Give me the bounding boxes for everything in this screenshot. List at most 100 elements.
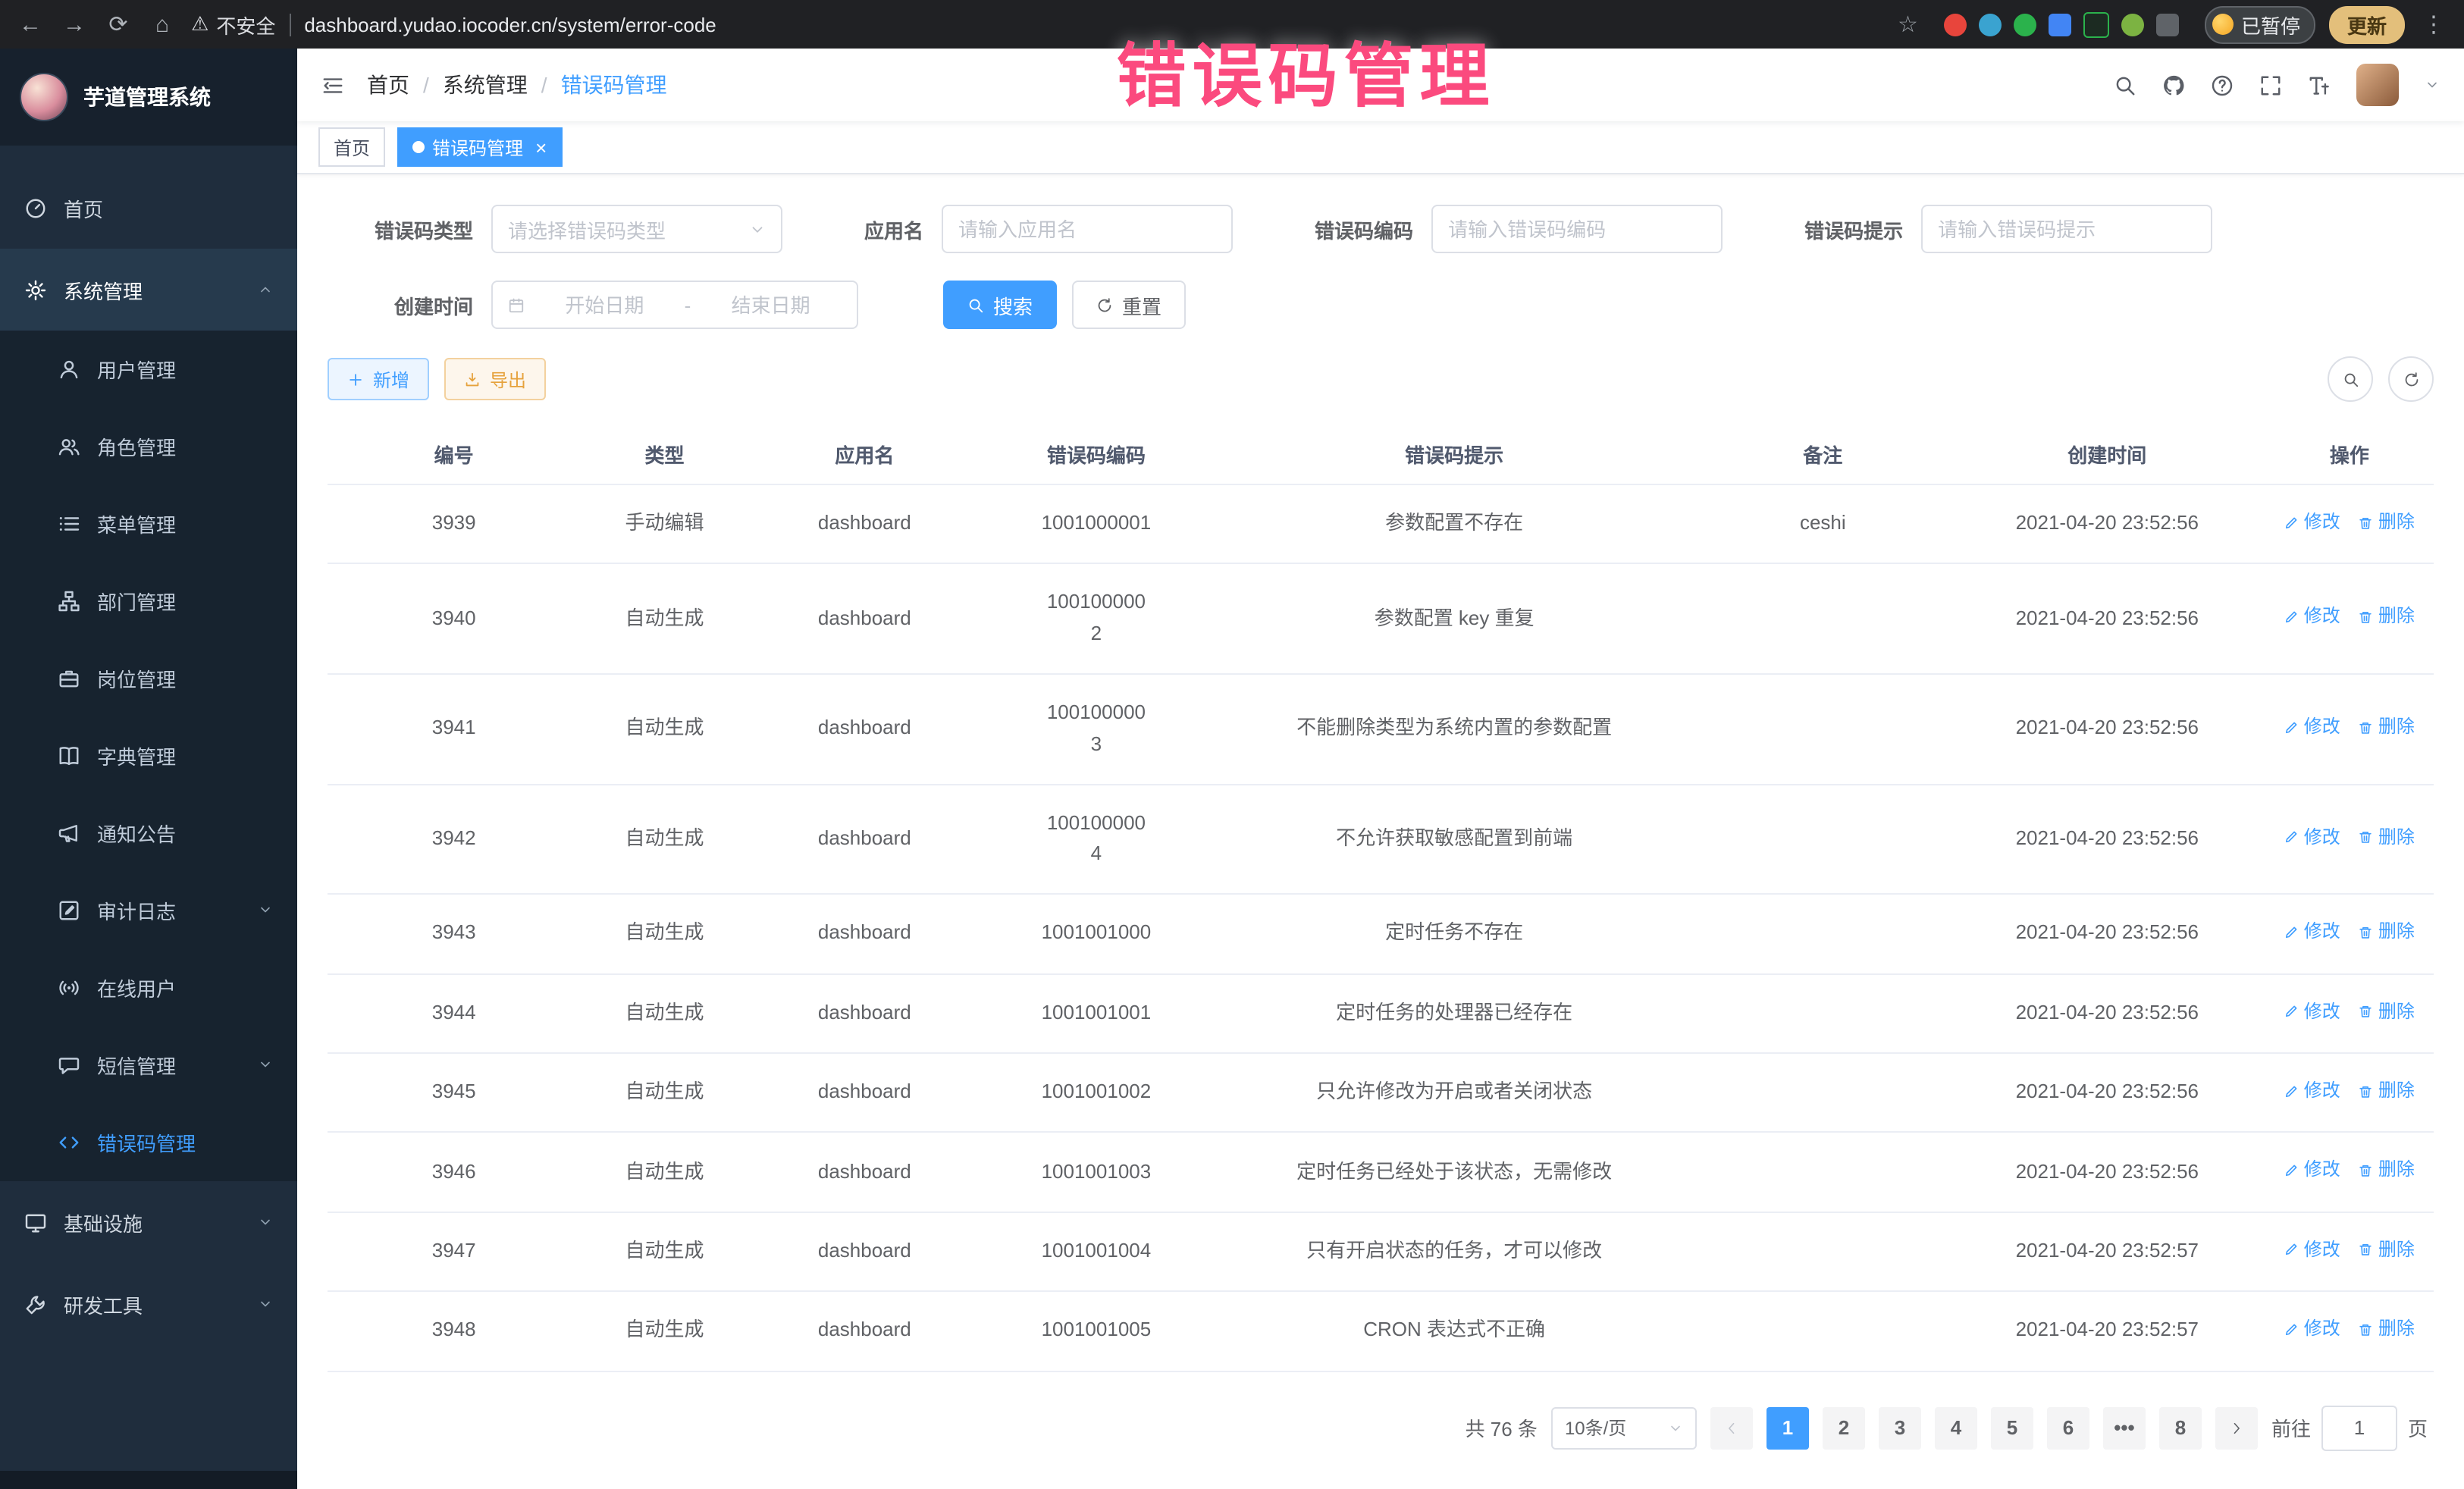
sidebar-item-dev-tools[interactable]: 研发工具 (0, 1263, 297, 1345)
edit-link[interactable]: 修改 (2284, 713, 2340, 741)
font-size-icon[interactable] (2308, 74, 2331, 96)
goto-label: 前往 (2271, 1413, 2311, 1442)
bookmark-star-icon[interactable]: ☆ (1898, 11, 1918, 38)
app-name-input[interactable] (958, 218, 1216, 240)
update-button[interactable]: 更新 (2329, 5, 2405, 43)
breadcrumb-item[interactable]: 系统管理 (443, 70, 528, 100)
delete-link[interactable]: 删除 (2359, 997, 2415, 1026)
paused-profile-chip[interactable]: 已暂停 (2205, 5, 2315, 43)
sidebar-footer[interactable] (0, 1471, 297, 1489)
page-button[interactable]: 3 (1879, 1406, 1921, 1449)
close-icon[interactable]: × (535, 137, 547, 157)
delete-link[interactable]: 删除 (2359, 1235, 2415, 1264)
app-logo[interactable]: 芋道管理系统 (0, 49, 297, 146)
page-button[interactable]: 4 (1935, 1406, 1977, 1449)
filter-label-msg: 错误码提示 (1804, 215, 1903, 243)
search-button[interactable]: 搜索 (943, 281, 1057, 329)
sidebar-item-error-code[interactable]: 错误码管理 (0, 1104, 297, 1181)
page-button[interactable]: 2 (1823, 1406, 1865, 1449)
caret-down-icon[interactable] (2425, 77, 2440, 92)
back-icon[interactable]: ← (15, 11, 45, 37)
page-size-select[interactable]: 10条/页 (1551, 1406, 1697, 1449)
forward-icon[interactable]: → (59, 11, 89, 37)
sidebar-item-post[interactable]: 岗位管理 (0, 640, 297, 717)
sidebar-item-notice[interactable]: 通知公告 (0, 795, 297, 872)
home-icon[interactable]: ⌂ (147, 11, 177, 37)
help-icon[interactable] (2211, 74, 2234, 96)
chrome-menu-icon[interactable]: ⋮ (2419, 11, 2449, 38)
user-avatar[interactable] (2356, 64, 2399, 106)
sidebar-item-label: 角色管理 (97, 432, 176, 461)
error-code-input[interactable] (1448, 218, 1706, 240)
extension-icon[interactable] (2121, 13, 2144, 36)
sidebar-item-user[interactable]: 用户管理 (0, 331, 297, 408)
edit-link[interactable]: 修改 (2284, 1315, 2340, 1343)
sidebar-item-system[interactable]: 系统管理 (0, 249, 297, 331)
delete-link[interactable]: 删除 (2359, 508, 2415, 537)
book-icon (58, 744, 80, 767)
security-indicator[interactable]: ⚠ 不安全 (191, 10, 275, 39)
delete-link[interactable]: 删除 (2359, 1315, 2415, 1343)
goto-page-input[interactable] (2321, 1405, 2397, 1450)
sidebar-item-home[interactable]: 首页 (0, 167, 297, 249)
tag-home[interactable]: 首页 (318, 127, 385, 167)
tag-error-code[interactable]: 错误码管理 × (397, 127, 562, 167)
delete-link[interactable]: 删除 (2359, 603, 2415, 632)
next-page-button[interactable] (2215, 1406, 2258, 1449)
sidebar-item-infra[interactable]: 基础设施 (0, 1181, 297, 1263)
edit-link[interactable]: 修改 (2284, 997, 2340, 1026)
edit-link[interactable]: 修改 (2284, 1156, 2340, 1185)
breadcrumb-item[interactable]: 首页 (367, 70, 409, 100)
sidebar-item-audit-log[interactable]: 审计日志 (0, 872, 297, 949)
end-date-input[interactable] (700, 293, 842, 316)
extension-icon[interactable] (1944, 13, 1967, 36)
url-text[interactable]: dashboard.yudao.iocoder.cn/system/error-… (304, 13, 716, 36)
sidebar-item-dict[interactable]: 字典管理 (0, 717, 297, 795)
delete-link[interactable]: 删除 (2359, 713, 2415, 741)
sidebar-item-menu[interactable]: 菜单管理 (0, 485, 297, 563)
page-button[interactable]: 8 (2159, 1406, 2202, 1449)
prev-page-button[interactable] (1710, 1406, 1753, 1449)
error-type-select[interactable]: 请选择错误码类型 (491, 205, 782, 253)
page-ellipsis[interactable]: ••• (2103, 1406, 2146, 1449)
puzzle-extension-icon[interactable] (2156, 13, 2179, 36)
page-button[interactable]: 5 (1991, 1406, 2033, 1449)
extension-icon[interactable] (2083, 11, 2109, 37)
edit-link[interactable]: 修改 (2284, 917, 2340, 946)
export-button[interactable]: 导出 (444, 358, 546, 400)
edit-link[interactable]: 修改 (2284, 1235, 2340, 1264)
delete-link[interactable]: 删除 (2359, 917, 2415, 946)
page-button[interactable]: 1 (1766, 1406, 1809, 1449)
add-button[interactable]: 新增 (328, 358, 429, 400)
navbar-actions (2114, 64, 2440, 106)
start-date-input[interactable] (534, 293, 676, 316)
extension-icon[interactable] (1979, 13, 2002, 36)
sidebar-item-online-user[interactable]: 在线用户 (0, 949, 297, 1027)
page-button[interactable]: 6 (2047, 1406, 2089, 1449)
fullscreen-icon[interactable] (2259, 74, 2282, 96)
reset-button[interactable]: 重置 (1072, 281, 1186, 329)
search-icon[interactable] (2114, 74, 2136, 96)
sidebar-item-dept[interactable]: 部门管理 (0, 563, 297, 640)
sidebar-toggle-icon[interactable] (321, 74, 344, 96)
sidebar-item-sms[interactable]: 短信管理 (0, 1027, 297, 1104)
edit-link[interactable]: 修改 (2284, 508, 2340, 537)
github-icon[interactable] (2162, 74, 2185, 96)
edit-link[interactable]: 修改 (2284, 1077, 2340, 1105)
refresh-table-button[interactable] (2388, 356, 2434, 402)
delete-link[interactable]: 删除 (2359, 1156, 2415, 1185)
delete-link[interactable]: 删除 (2359, 823, 2415, 851)
cell-code: 1001000001 (980, 484, 1212, 564)
table-header-row: 编号 类型 应用名 错误码编码 错误码提示 备注 创建时间 操作 (328, 423, 2434, 484)
reload-icon[interactable]: ⟳ (103, 11, 133, 38)
address-bar[interactable]: dashboard.yudao.iocoder.cn/system/error-… (304, 11, 1918, 38)
edit-link[interactable]: 修改 (2284, 823, 2340, 851)
delete-link[interactable]: 删除 (2359, 1077, 2415, 1105)
toggle-search-button[interactable] (2328, 356, 2373, 402)
extension-icon[interactable] (2049, 13, 2071, 36)
error-msg-input[interactable] (1938, 218, 2196, 240)
sidebar-item-role[interactable]: 角色管理 (0, 408, 297, 485)
edit-link[interactable]: 修改 (2284, 603, 2340, 632)
extension-icon[interactable] (2014, 13, 2036, 36)
date-range-picker[interactable]: - (491, 281, 858, 329)
